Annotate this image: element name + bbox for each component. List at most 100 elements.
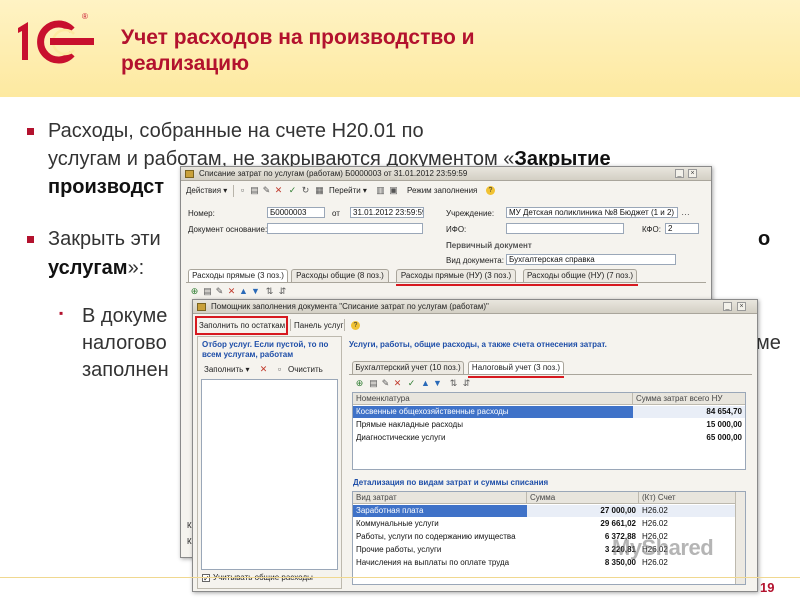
kfo-field[interactable]: 2 [665,223,699,234]
services-heading: Услуги, работы, общие расходы, а также с… [349,340,607,349]
table-row-name[interactable]: Заработная плата [353,505,527,517]
grid-header-nomenclature[interactable]: Номенклатура [353,393,633,405]
table-row-sum[interactable]: 65 000,00 [633,432,745,444]
sort-asc-icon[interactable]: ⇅ [449,379,458,388]
bullet-1-line1: Расходы, собранные на счете Н20.01 по [48,120,424,142]
minimize-icon[interactable]: _ [675,169,684,178]
services-panel-button[interactable]: Панель услуг [294,319,343,332]
sort-asc-icon[interactable]: ⇅ [265,287,274,296]
toolbar-separator [233,185,234,197]
doc-type-field[interactable]: Бухгалтерская справка [506,254,676,265]
goto-menu[interactable]: Перейти ▾ [329,184,367,197]
date-field[interactable]: 31.01.2012 23:59:59 [350,207,424,218]
copy-row-icon[interactable]: ▤ [369,379,378,388]
post-icon[interactable]: ✓ [407,379,416,388]
add-row-icon[interactable]: ⊕ [355,379,364,388]
move-down-icon[interactable]: ▼ [433,379,442,388]
grid-header-sum[interactable]: Сумма [527,492,639,504]
sort-desc-icon[interactable]: ⇵ [462,379,471,388]
edit-row-icon[interactable]: ✎ [381,379,390,388]
org-select-icon[interactable]: … [681,208,690,217]
org-field[interactable]: МУ Детская поликлиника №8 Бюджет (1 и 2) [506,207,678,218]
sub-bullet-marker: ▪ [59,306,64,320]
clear-button[interactable]: Очистить [288,363,323,376]
add-row-icon[interactable]: ⊕ [190,287,199,296]
1c-logo [18,20,94,64]
close-icon[interactable]: × [688,169,697,178]
fill-mode-button[interactable]: Режим заполнения [407,184,477,197]
delete-icon[interactable]: ✕ [259,365,268,374]
help-icon[interactable]: ? [486,186,495,195]
help-icon[interactable]: ? [351,321,360,330]
detail-heading: Детализация по видам затрат и суммы спис… [353,478,549,487]
close-icon[interactable]: × [737,302,746,311]
sort-desc-icon[interactable]: ⇵ [278,287,287,296]
move-up-icon[interactable]: ▲ [421,379,430,388]
copy-row-icon[interactable]: ▤ [203,287,212,296]
delete-row-icon[interactable]: ✕ [227,287,236,296]
tab-panel-border [349,374,752,375]
delete-icon[interactable]: ✕ [274,186,283,195]
delete-row-icon[interactable]: ✕ [393,379,402,388]
service-filter-list[interactable] [201,379,338,570]
service-filter-pane: Отбор услуг. Если пустой, то по всем усл… [197,336,342,589]
table-row-sum[interactable]: 15 000,00 [633,419,745,431]
move-up-icon[interactable]: ▲ [239,287,248,296]
table-row-name[interactable]: Косвенные общехозяйственные расходы [353,406,633,418]
table-row-name[interactable]: Работы, услуги по содержанию имущества [353,531,527,543]
toolbar-separator [290,319,291,331]
table-row-account[interactable]: Н26.02 [639,518,735,530]
table-row-name[interactable]: Прямые накладные расходы [353,419,633,431]
print-icon[interactable]: ▣ [389,186,398,195]
tab-tax-accounting[interactable]: Налоговый учет (3 поз.) [468,361,564,374]
org-label: Учреждение: [446,209,495,218]
base-doc-field[interactable] [267,223,423,234]
form-icon [197,303,206,311]
footer-line [0,577,800,600]
ifo-label: ИФО: [446,225,467,234]
refresh-icon[interactable]: ↻ [301,186,310,195]
edit-icon[interactable]: ✎ [262,186,271,195]
dt-kt-icon[interactable]: ▥ [376,186,385,195]
page-number: 19 [760,580,775,595]
actions-menu[interactable]: Действия ▾ [186,184,227,197]
tabs-highlight-underline [396,284,638,286]
tab-common-expenses-nu[interactable]: Расходы общие (НУ) (7 поз.) [523,269,637,282]
helper-window-titlebar[interactable]: Помощник заполнения документа "Списание … [193,300,757,314]
table-row-sum[interactable]: 29 661,02 [527,518,639,530]
minimize-icon[interactable]: _ [723,302,732,311]
bullet-3-line3: заполнен [82,359,169,381]
left-edge-letter-1: К [187,521,192,530]
table-row-name[interactable]: Диагностические услуги [353,432,633,444]
number-field[interactable]: Б0000003 [267,207,325,218]
fill-menu[interactable]: Заполнить ▾ [204,363,250,376]
base-doc-label: Документ основание: [188,225,268,234]
move-down-icon[interactable]: ▼ [251,287,260,296]
new-doc-icon[interactable]: ▫ [238,186,247,195]
table-row-name[interactable]: Коммунальные услуги [353,518,527,530]
grid-header-account[interactable]: (Кт) Счет [639,492,735,504]
date-label: от [332,209,340,218]
ifo-field[interactable] [506,223,624,234]
copy-icon[interactable]: ▤ [250,186,259,195]
table-row-name[interactable]: Начисления на выплаты по оплате труда [353,557,527,569]
post-icon[interactable]: ✓ [288,186,297,195]
table-row-account[interactable]: Н26.02 [639,505,735,517]
tab-direct-expenses[interactable]: Расходы прямые (3 поз.) [188,269,288,282]
fill-by-balances-highlight [195,316,288,335]
table-row-name[interactable]: Прочие работы, услуги [353,544,527,556]
service-filter-heading: Отбор услуг. Если пустой, то по всем усл… [202,340,329,359]
edit-row-icon[interactable]: ✎ [215,287,224,296]
table-row-sum[interactable]: 27 000,00 [527,505,639,517]
grid-header-cost-type[interactable]: Вид затрат [353,492,527,504]
main-window-titlebar[interactable]: Списание затрат по услугам (работам) Б00… [181,167,711,181]
struct-icon[interactable]: ▦ [315,186,324,195]
clear-icon[interactable]: ▫ [275,365,284,374]
tab-accounting[interactable]: Бухгалтерский учет (10 поз.) [352,361,464,374]
tab-common-expenses[interactable]: Расходы общие (8 поз.) [291,269,389,282]
tab-direct-expenses-nu[interactable]: Расходы прямые (НУ) (3 поз.) [396,269,516,282]
main-window-title: Списание затрат по услугам (работам) Б00… [199,169,468,178]
tab-panel-border [186,282,706,283]
table-row-sum[interactable]: 84 654,70 [633,406,745,418]
grid-header-sum-nu[interactable]: Сумма затрат всего НУ [633,393,745,405]
